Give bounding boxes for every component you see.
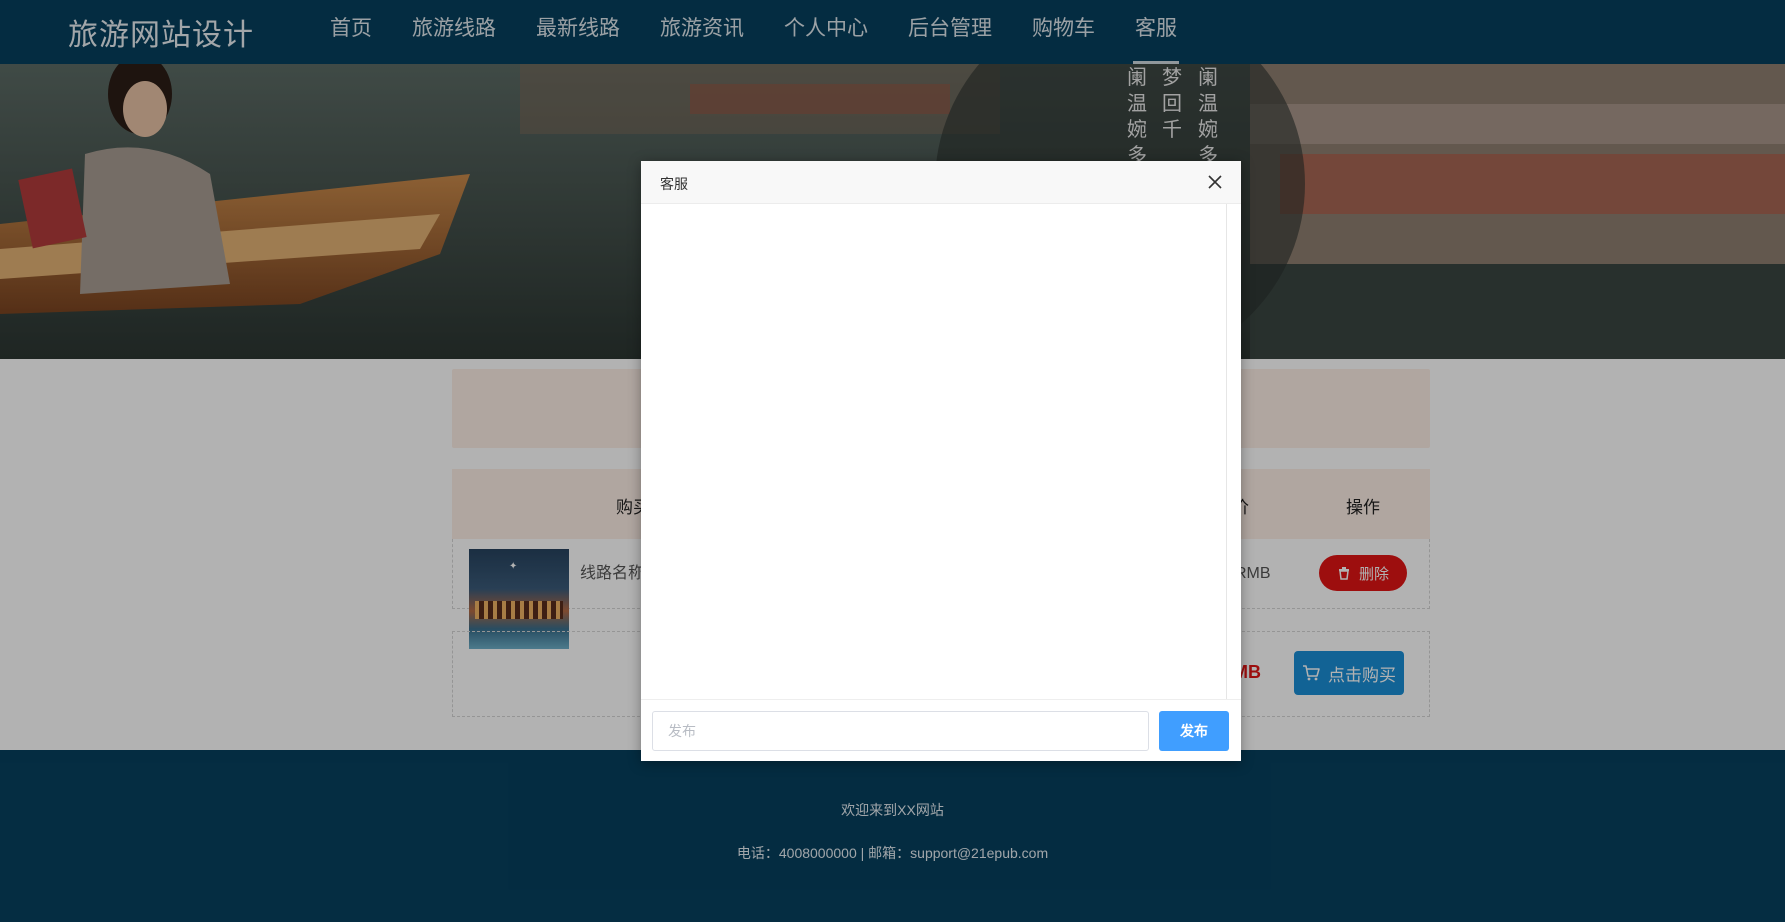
dialog-footer: 发布	[641, 699, 1241, 762]
chat-scrollbar[interactable]	[1226, 204, 1227, 699]
chat-messages-area[interactable]	[641, 204, 1241, 699]
send-button[interactable]: 发布	[1159, 711, 1229, 751]
dialog-title: 客服	[660, 176, 688, 192]
customer-service-dialog: 客服 发布	[641, 161, 1241, 761]
close-icon[interactable]	[1207, 174, 1223, 190]
dialog-header: 客服	[641, 161, 1241, 204]
message-input[interactable]	[652, 711, 1149, 751]
